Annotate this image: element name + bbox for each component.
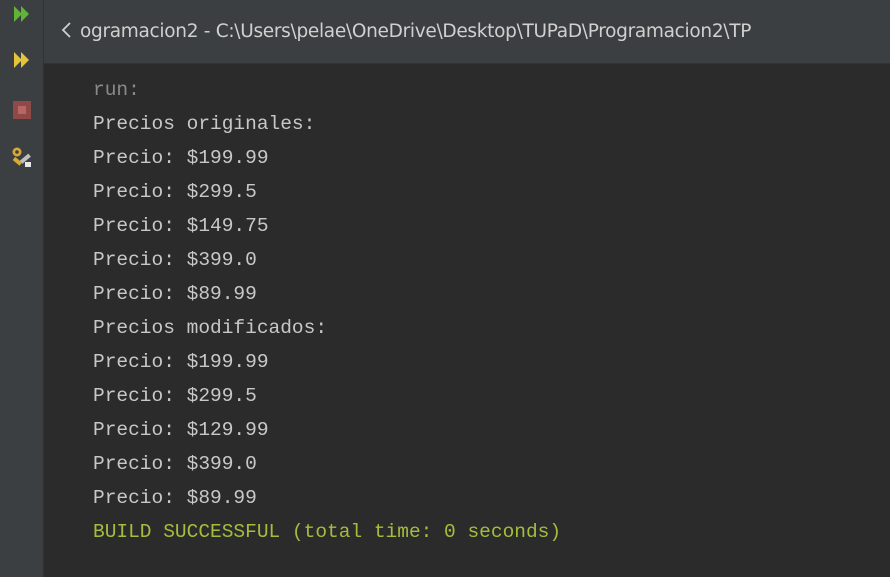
console-line: Precio: $89.99 — [93, 487, 257, 509]
console-line: Precio: $399.0 — [93, 453, 257, 475]
console-line: Precio: $199.99 — [93, 351, 269, 373]
output-toolbar — [0, 0, 44, 577]
console-line: Precio: $399.0 — [93, 249, 257, 271]
output-window: ogramacion2 - C:\Users\pelae\OneDrive\De… — [0, 0, 890, 577]
stop-icon — [11, 99, 33, 125]
console-line: Precio: $149.75 — [93, 215, 269, 237]
console-line: Precio: $199.99 — [93, 147, 269, 169]
rerun-with-arguments-icon — [11, 49, 33, 75]
console-line: Precio: $299.5 — [93, 385, 257, 407]
output-tab-title[interactable]: ogramacion2 - C:\Users\pelae\OneDrive\De… — [80, 19, 751, 45]
console-output[interactable]: run: Precios originales: Precio: $199.99 Pr… — [44, 64, 890, 577]
console-line: Precios originales: — [93, 113, 316, 135]
settings-tools-button[interactable] — [8, 145, 36, 173]
build-status-line: BUILD SUCCESSFUL (total time: 0 seconds) — [93, 521, 562, 543]
rerun-with-arguments-button[interactable] — [8, 48, 36, 76]
output-tab-bar: ogramacion2 - C:\Users\pelae\OneDrive\De… — [44, 0, 890, 64]
settings-tools-icon — [10, 145, 34, 173]
console-line: run: — [93, 79, 140, 101]
rerun-button[interactable] — [8, 2, 36, 30]
scroll-tabs-left-button[interactable] — [56, 20, 76, 44]
console-line: Precio: $129.99 — [93, 419, 269, 441]
console-line: Precios modificados: — [93, 317, 328, 339]
console-output-lines: run: Precios originales: Precio: $199.99 Pr… — [93, 73, 561, 549]
console-line: Precio: $89.99 — [93, 283, 257, 305]
stop-button[interactable] — [8, 98, 36, 126]
console-line: Precio: $299.5 — [93, 181, 257, 203]
chevron-left-icon — [60, 21, 72, 43]
rerun-icon — [11, 3, 33, 29]
